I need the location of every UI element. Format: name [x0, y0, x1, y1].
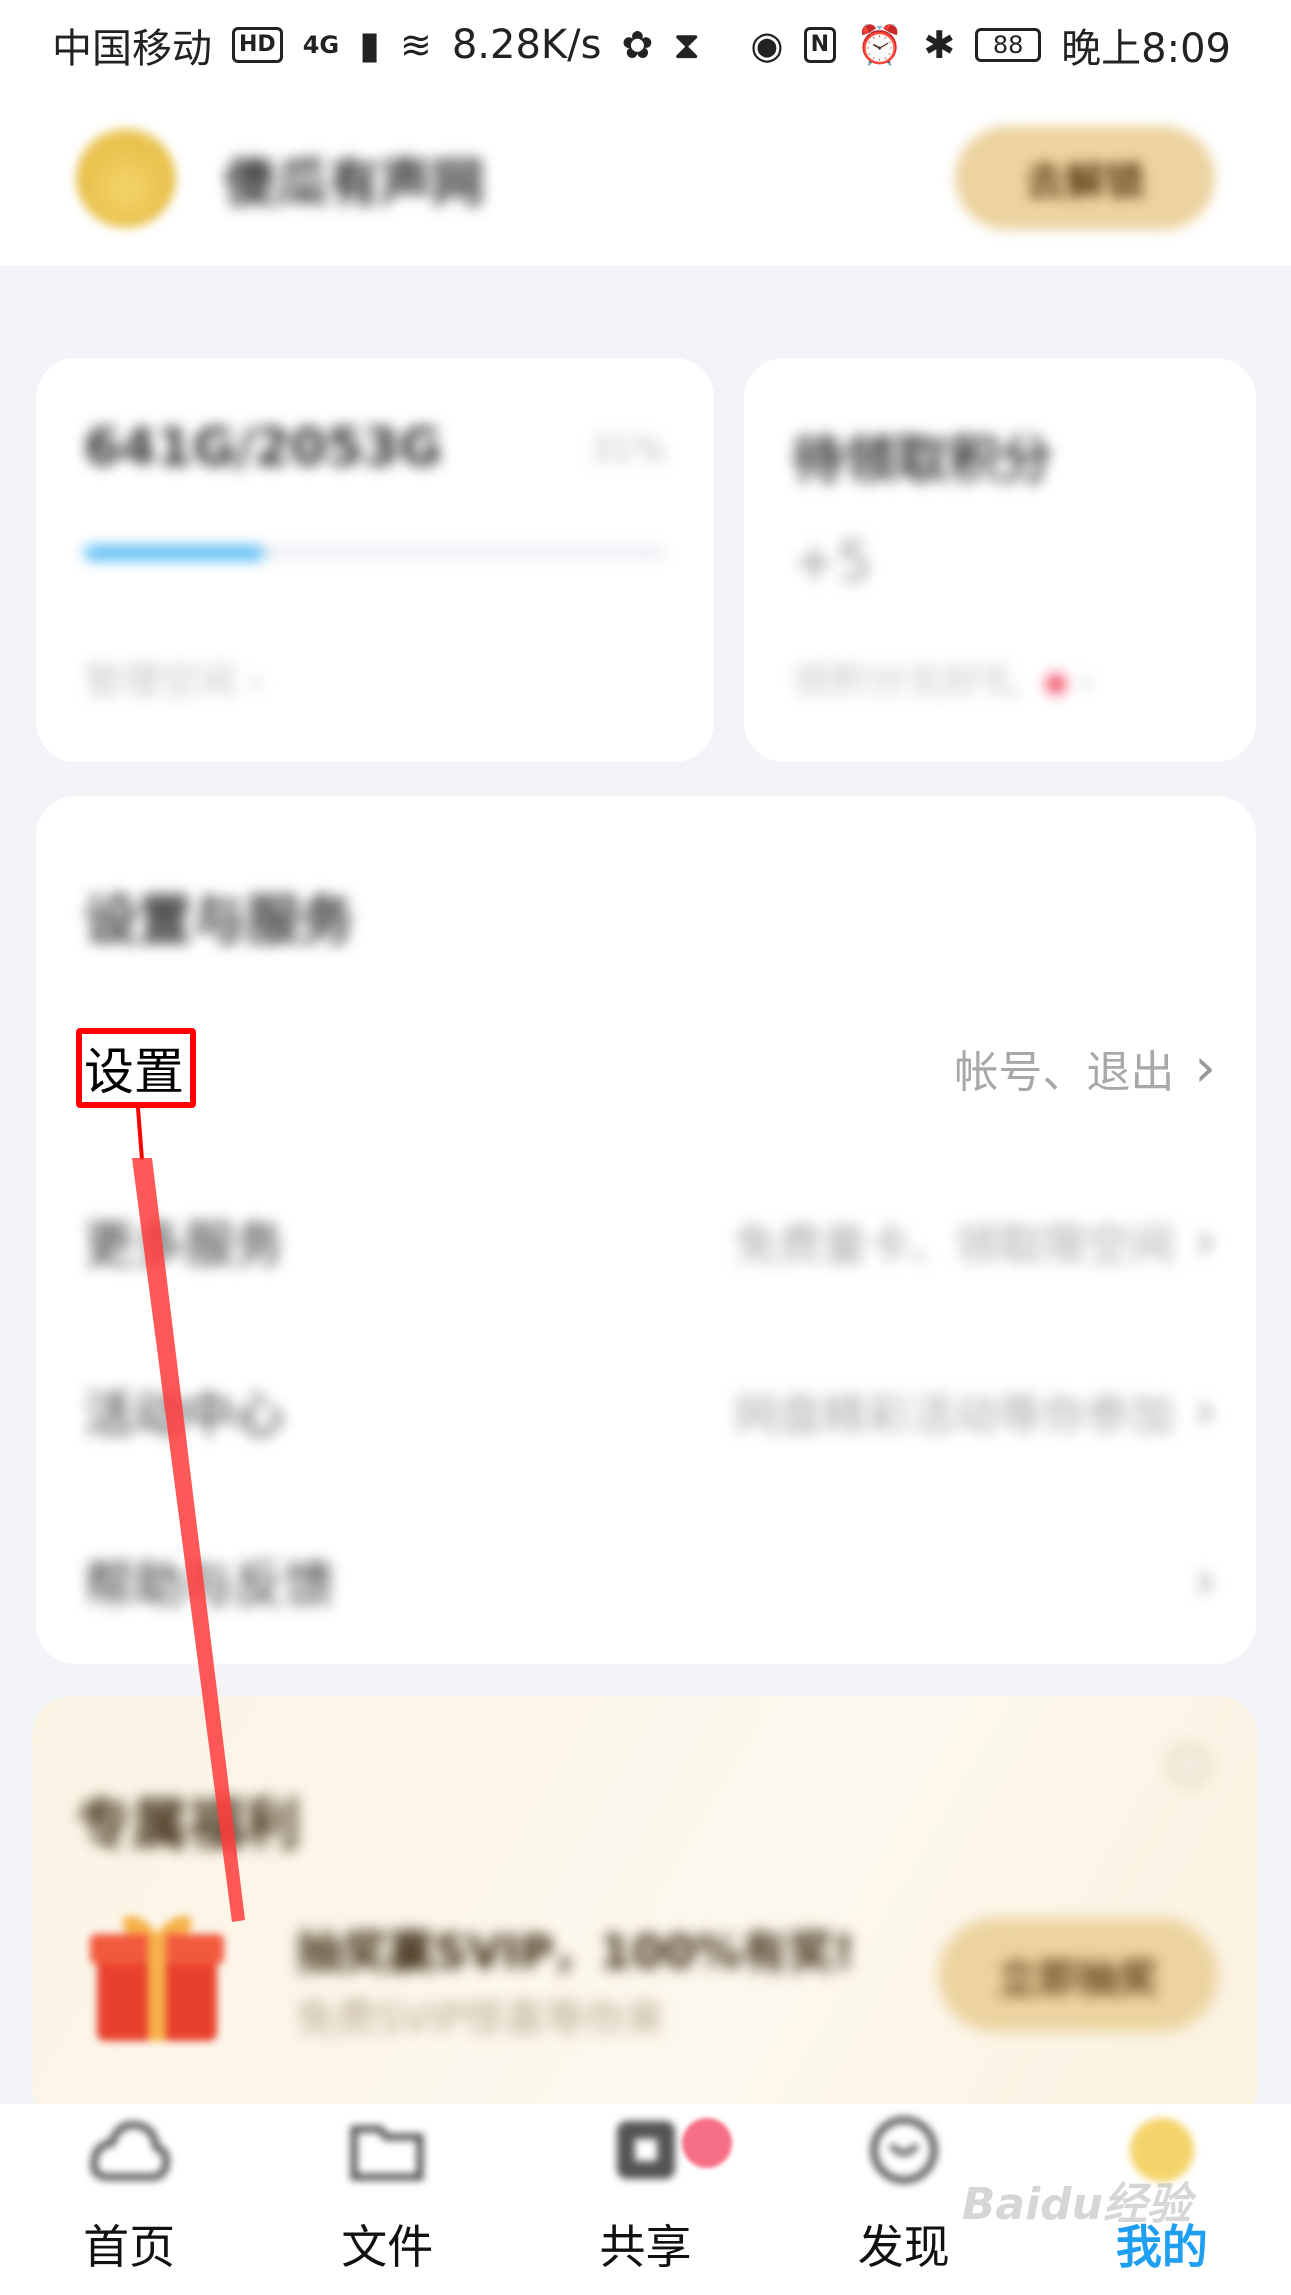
menu-desc-more-services: 免费量卡、领取限空间 [734, 1220, 1175, 1271]
tab-label-discover: 发现 [857, 2220, 950, 2274]
tab-label-home: 首页 [83, 2220, 176, 2274]
menu-item-more-services[interactable]: 更多服务 免费量卡、领取限空间 › [36, 1186, 1256, 1296]
bluetooth-icon: ✱ [923, 23, 956, 67]
chevron-right-icon: › [1194, 1209, 1216, 1272]
chevron-right-icon: › [248, 659, 264, 703]
menu-label-settings: 设置 [84, 1043, 184, 1101]
hd-badge: HD [232, 27, 283, 63]
points-link[interactable]: 领积分兑好礼 › [792, 650, 1093, 705]
promo-title: 专属福利 [76, 1793, 300, 1858]
promo-headline: 抽奖赢SVIP，100%有奖! [296, 1925, 855, 1979]
tab-files[interactable]: 文件 [258, 2104, 516, 2295]
points-link-label: 领积分兑好礼 [792, 659, 1021, 703]
manage-space-link[interactable]: 管理空间 › [84, 650, 263, 705]
alarm-icon: ⏰ [856, 22, 904, 67]
menu-desc-settings: 帐号、退出 [954, 1047, 1175, 1098]
nfc-icon: N [803, 27, 836, 63]
menu-label-more-services: 更多服务 [84, 1216, 284, 1274]
status-right: ◉ N ⏰ ✱ 88 晚上8:09 [750, 16, 1231, 74]
section-title: 设置与服务 [84, 889, 354, 952]
tab-label-files: 文件 [341, 2220, 434, 2274]
avatar[interactable] [76, 128, 176, 228]
net-speed: 8.28K/s [451, 22, 602, 68]
storage-percent: 31% [590, 430, 666, 470]
folder-icon [350, 2125, 424, 2181]
discover-icon [870, 2116, 938, 2184]
menu-item-activity-center[interactable]: 活动中心 网盘精彩活动等你参加 › [36, 1356, 1256, 1466]
promo-card[interactable]: 专属福利 × 抽奖赢SVIP，100%有奖! 免费SVIP惊喜等你来 立即抽奖 [32, 1696, 1258, 2126]
settings-services-card: 设置与服务 设置 帐号、退出 › 更多服务 免费量卡、领取限空间 › 活动中心 … [36, 796, 1256, 1664]
status-left: 中国移动 HD 4G ▮ ≋ 8.28K/s ✿ ⧗ [52, 16, 700, 74]
menu-item-help-feedback[interactable]: 帮助与反馈 › [36, 1526, 1256, 1636]
watermark-text: Baidu经验 [961, 2179, 1191, 2230]
tab-share[interactable]: 共享 [516, 2104, 774, 2295]
hourglass-icon: ⧗ [673, 22, 700, 67]
username[interactable]: 傻瓜有声网 [224, 141, 484, 216]
close-icon[interactable]: × [1164, 1740, 1214, 1790]
network-type: 4G [302, 31, 340, 59]
tab-label-share: 共享 [599, 2220, 692, 2274]
chevron-right-icon: › [1194, 1549, 1216, 1612]
share-icon [616, 2121, 675, 2179]
manage-space-label: 管理空间 [84, 659, 237, 703]
points-value: +5 [792, 530, 872, 593]
menu-label-activity-center: 活动中心 [84, 1386, 284, 1444]
wifi-icon: ≋ [400, 23, 432, 67]
notification-dot [1046, 674, 1067, 694]
carrier-label: 中国移动 [52, 26, 212, 72]
status-bar: 中国移动 HD 4G ▮ ≋ 8.28K/s ✿ ⧗ ◉ N ⏰ ✱ 88 晚上… [0, 0, 1291, 90]
home-icon [90, 2121, 170, 2181]
chevron-right-icon: › [1194, 1036, 1216, 1099]
app-notification-icon: ✿ [621, 23, 654, 67]
storage-progress-bar [84, 546, 666, 560]
gift-icon [90, 1915, 224, 2041]
storage-progress-fill [84, 546, 265, 560]
points-title: 待领取积分 [792, 431, 1053, 491]
menu-item-settings[interactable]: 设置 帐号、退出 › [36, 1013, 1256, 1123]
app-screen: 中国移动 HD 4G ▮ ≋ 8.28K/s ✿ ⧗ ◉ N ⏰ ✱ 88 晚上… [0, 0, 1291, 2295]
chevron-right-icon: › [1194, 1379, 1216, 1442]
menu-label-help-feedback: 帮助与反馈 [84, 1556, 334, 1614]
points-card[interactable]: 待领取积分 +5 领积分兑好礼 › [744, 358, 1256, 762]
tab-home[interactable]: 首页 [0, 2104, 258, 2295]
storage-card[interactable]: 641G/2053G 31% 管理空间 › [36, 358, 714, 762]
eye-icon: ◉ [750, 23, 784, 67]
menu-desc-activity-center: 网盘精彩活动等你参加 [734, 1390, 1175, 1441]
storage-value: 641G/2053G [84, 418, 442, 478]
unlock-button[interactable]: 去解锁 [955, 126, 1215, 230]
chevron-right-icon: › [1078, 659, 1094, 703]
signal-icon: ▮ [359, 23, 381, 67]
battery-icon: 88 [975, 28, 1042, 62]
status-time: 晚上8:09 [1061, 26, 1231, 72]
promo-subtitle: 免费SVIP惊喜等你来 [296, 1996, 665, 2042]
profile-header: 傻瓜有声网 去解锁 [0, 90, 1291, 266]
draw-now-button[interactable]: 立即抽奖 [938, 1918, 1218, 2032]
